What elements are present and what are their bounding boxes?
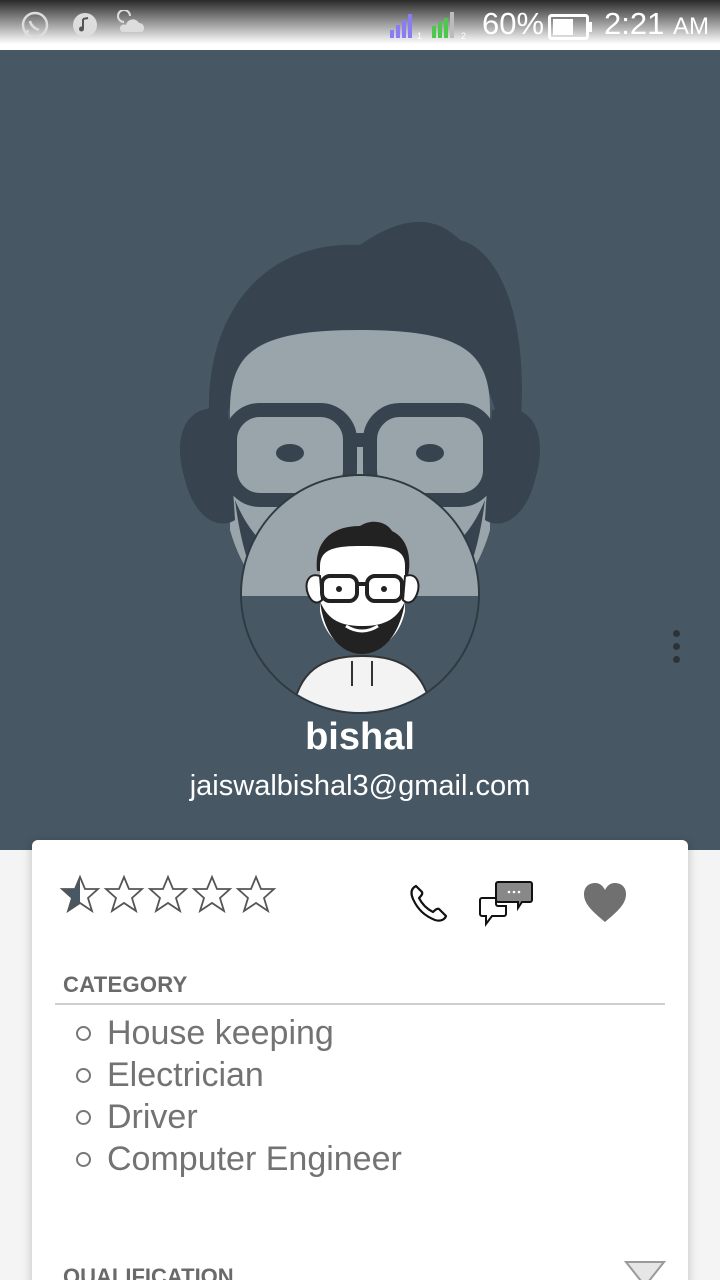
profile-details-card: CATEGORY House keeping Electrician Drive… [32, 840, 688, 1280]
list-item: Computer Engineer [76, 1138, 402, 1180]
star-empty-icon[interactable] [190, 874, 234, 914]
more-options-icon[interactable] [664, 630, 688, 670]
clock: 2:21 AM [604, 6, 709, 42]
star-empty-icon[interactable] [146, 874, 190, 914]
category-item-label: Driver [107, 1097, 198, 1136]
bullet-icon [76, 1025, 91, 1041]
user-name: bishal [305, 716, 415, 758]
heart-icon[interactable] [582, 880, 628, 926]
clock-time: 2:21 [604, 6, 665, 41]
weather-icon [117, 10, 144, 32]
profile-header: bishal jaiswalbishal3@gmail.com [0, 50, 720, 850]
category-title: CATEGORY [63, 972, 188, 997]
chat-icon[interactable] [478, 878, 534, 928]
bullet-icon [76, 1067, 91, 1083]
svg-text:1: 1 [417, 31, 422, 40]
battery-percent: 60% [482, 6, 545, 41]
chevron-down-icon[interactable] [624, 1260, 666, 1280]
svg-text:2: 2 [461, 31, 466, 40]
category-item-label: Computer Engineer [107, 1139, 402, 1178]
rating-stars[interactable] [58, 874, 278, 914]
category-item-label: House keeping [107, 1013, 334, 1052]
list-item: Electrician [76, 1054, 402, 1096]
bullet-icon [76, 1151, 91, 1167]
star-half-icon[interactable] [58, 874, 102, 914]
status-bar: 1 2 60% 2:21 AM [0, 0, 720, 50]
clock-ampm: AM [672, 13, 709, 40]
battery-icon [548, 14, 592, 40]
signal-sim1-icon: 1 [390, 14, 422, 40]
profile-avatar[interactable] [240, 474, 480, 714]
star-empty-icon[interactable] [102, 874, 146, 914]
signal-sim2-icon: 2 [432, 12, 466, 40]
qualification-title: QUALIFICATION [63, 1264, 234, 1280]
category-divider [55, 1003, 665, 1005]
category-list: House keeping Electrician Driver Compute… [76, 1012, 402, 1180]
avatar-icon [242, 476, 478, 712]
list-item: House keeping [76, 1012, 402, 1054]
list-item: Driver [76, 1096, 402, 1138]
screen: 1 2 60% 2:21 AM bishal jaiswalbishal3@gm… [0, 0, 720, 1280]
whatsapp-icon [21, 11, 49, 39]
star-empty-icon[interactable] [234, 874, 278, 914]
bullet-icon [76, 1109, 91, 1125]
user-email: jaiswalbishal3@gmail.com [189, 770, 531, 802]
music-icon [73, 13, 97, 37]
phone-icon[interactable] [408, 882, 450, 924]
category-item-label: Electrician [107, 1055, 264, 1094]
